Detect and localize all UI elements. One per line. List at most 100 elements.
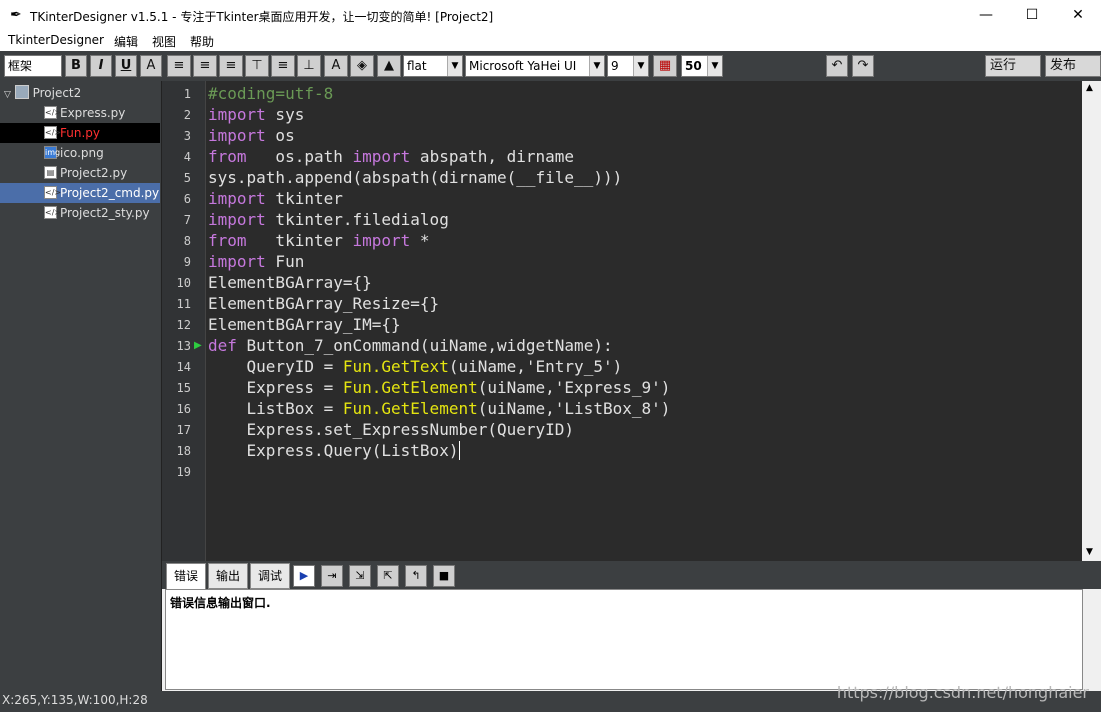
code-line[interactable]: import tkinter (208, 188, 343, 209)
relief-select[interactable]: flat ▼ (403, 55, 463, 77)
line-number: 16 (176, 402, 191, 416)
line-number: 15 (176, 381, 191, 395)
step-over-icon[interactable]: ⇥ (321, 565, 343, 587)
underline-button[interactable]: U (115, 55, 137, 77)
publish-button[interactable]: 发布 (1045, 55, 1101, 77)
bold-button[interactable]: B (65, 55, 87, 77)
editor-scrollbar[interactable]: ▲ ▼ (1082, 81, 1101, 561)
status-coords: X:265,Y:135,W:100,H:28 (2, 693, 148, 707)
toolbar: 框架 B I U A ≡ ≡ ≡ ⊤ ≡ ⊥ A ◈ ▲ flat ▼ Micr… (0, 51, 1101, 81)
code-line[interactable]: import Fun (208, 251, 304, 272)
watermark: https://blog.csdn.net/honghaier (836, 683, 1089, 702)
code-line[interactable]: Express.Query(ListBox) (208, 440, 461, 461)
code-line[interactable]: import os (208, 125, 295, 146)
code-token: (uiName,'Entry_5') (448, 357, 623, 376)
font-color-button[interactable]: A (140, 55, 162, 77)
code-line[interactable]: sys.path.append(abspath(dirname(__file__… (208, 167, 622, 188)
menu-edit[interactable]: 编辑 (114, 33, 138, 50)
tree-root[interactable]: ▽ Project2 (4, 85, 81, 100)
grid-icon[interactable]: ▦ (653, 55, 677, 77)
chevron-down-icon: ▼ (633, 56, 648, 76)
maximize-button[interactable]: ☐ (1009, 0, 1055, 31)
code-line[interactable]: ListBox = Fun.GetElement(uiName,'ListBox… (208, 398, 671, 419)
error-output-panel[interactable]: 错误信息输出窗口. (165, 589, 1083, 690)
tab-debug[interactable]: 调试 (250, 563, 290, 589)
code-token: sys (265, 105, 305, 124)
size-value: 9 (611, 59, 619, 73)
tree-item-project2-sty[interactable]: </> Project2_sty.py (0, 203, 160, 223)
code-token: import (208, 189, 266, 208)
step-into-icon[interactable]: ⇲ (349, 565, 371, 587)
code-token: Fun.GetText (342, 357, 449, 376)
window-title: TKinterDesigner v1.5.1 - 专注于Tkinter桌面应用开… (30, 10, 494, 24)
code-line[interactable]: Express = Fun.GetElement(uiName,'Express… (208, 377, 671, 398)
tree-item-fun[interactable]: </> Fun.py (0, 123, 160, 143)
python-file-icon: </> (44, 106, 62, 119)
code-line[interactable]: Express.set_ExpressNumber(QueryID) (208, 419, 575, 440)
return-icon[interactable]: ↰ (405, 565, 427, 587)
menu-help[interactable]: 帮助 (190, 33, 214, 50)
relief-value: flat (407, 59, 427, 73)
italic-button[interactable]: I (90, 55, 112, 77)
chevron-down-icon: ▼ (589, 56, 604, 76)
code-token: tkinter (265, 189, 343, 208)
align-center-icon[interactable]: ≡ (193, 55, 217, 77)
size-select[interactable]: 9 ▼ (607, 55, 649, 77)
code-token: ElementBGArray_Resize={} (208, 294, 440, 313)
tree-item-ico[interactable]: img ico.png (0, 143, 160, 163)
step-out-icon[interactable]: ⇱ (377, 565, 399, 587)
menu-tkinterdesigner[interactable]: TkinterDesigner (8, 33, 104, 47)
code-line[interactable]: ElementBGArray_IM={} (208, 314, 401, 335)
line-number: 5 (183, 171, 191, 185)
line-number: 1 (183, 87, 191, 101)
code-line[interactable]: QueryID = Fun.GetText(uiName,'Entry_5') (208, 356, 623, 377)
line-number: 6 (183, 192, 191, 206)
tree-root-label: Project2 (32, 86, 82, 100)
scroll-down-icon[interactable]: ▼ (1086, 547, 1093, 557)
undo-icon[interactable]: ↶ (826, 55, 848, 77)
stop-icon[interactable]: ■ (433, 565, 455, 587)
play-icon[interactable]: ▶ (293, 565, 315, 587)
chevron-down-icon[interactable]: ▽ (4, 90, 11, 100)
tree-item-project2-cmd[interactable]: </> Project2_cmd.py (0, 183, 160, 203)
align-left-icon[interactable]: ≡ (167, 55, 191, 77)
tab-errors[interactable]: 错误 (166, 563, 206, 589)
close-button[interactable]: ✕ (1055, 0, 1101, 31)
code-line[interactable]: ElementBGArray={} (208, 272, 372, 293)
minimize-button[interactable]: — (963, 0, 1009, 31)
code-line[interactable]: from tkinter import * (208, 230, 430, 251)
align-bottom-icon[interactable]: ⊥ (297, 55, 321, 77)
code-line[interactable]: #coding=utf-8 (208, 83, 333, 104)
text-color-icon[interactable]: A (324, 55, 348, 77)
font-select[interactable]: Microsoft YaHei UI ▼ (465, 55, 605, 77)
code-line[interactable]: from os.path import abspath, dirname (208, 146, 574, 167)
code-token: import (352, 147, 411, 166)
code-token: tkinter (246, 231, 353, 250)
code-line[interactable]: ElementBGArray_Resize={} (208, 293, 439, 314)
scroll-up-icon[interactable]: ▲ (1086, 83, 1093, 93)
code-line[interactable]: def Button_7_onCommand(uiName,widgetName… (208, 335, 613, 356)
frame-selector[interactable]: 框架 (4, 55, 62, 77)
code-token: from (208, 147, 247, 166)
alpha-spinbox[interactable]: 50 ▼ (681, 55, 723, 77)
redo-icon[interactable]: ↷ (852, 55, 874, 77)
menu-view[interactable]: 视图 (152, 33, 176, 50)
code-token: * (410, 231, 430, 250)
line-number-gutter: 1 2 3 4 5 6 7 8 9 10 11 12 13 14 15 16 17 18 19 (162, 81, 206, 561)
code-token: import (208, 210, 266, 229)
code-line[interactable]: import tkinter.filedialog (208, 209, 449, 230)
fill-bucket-icon[interactable]: ◈ (350, 55, 374, 77)
code-editor[interactable]: 1 2 3 4 5 6 7 8 9 10 11 12 13 14 15 16 17 18 19 ▶ #coding=… (162, 81, 1082, 561)
line-number: 14 (176, 360, 191, 374)
image-icon[interactable]: ▲ (377, 55, 401, 77)
run-button[interactable]: 运行 (985, 55, 1041, 77)
tab-output[interactable]: 输出 (208, 563, 248, 589)
tree-item-express[interactable]: </> Express.py (0, 103, 160, 123)
align-top-icon[interactable]: ⊤ (245, 55, 269, 77)
code-line[interactable]: import sys (208, 104, 304, 125)
tree-item-label: Project2.py (60, 166, 128, 180)
tree-item-project2[interactable]: ▤ Project2.py (0, 163, 160, 183)
align-right-icon[interactable]: ≡ (219, 55, 243, 77)
line-number: 17 (176, 423, 191, 437)
align-middle-icon[interactable]: ≡ (271, 55, 295, 77)
